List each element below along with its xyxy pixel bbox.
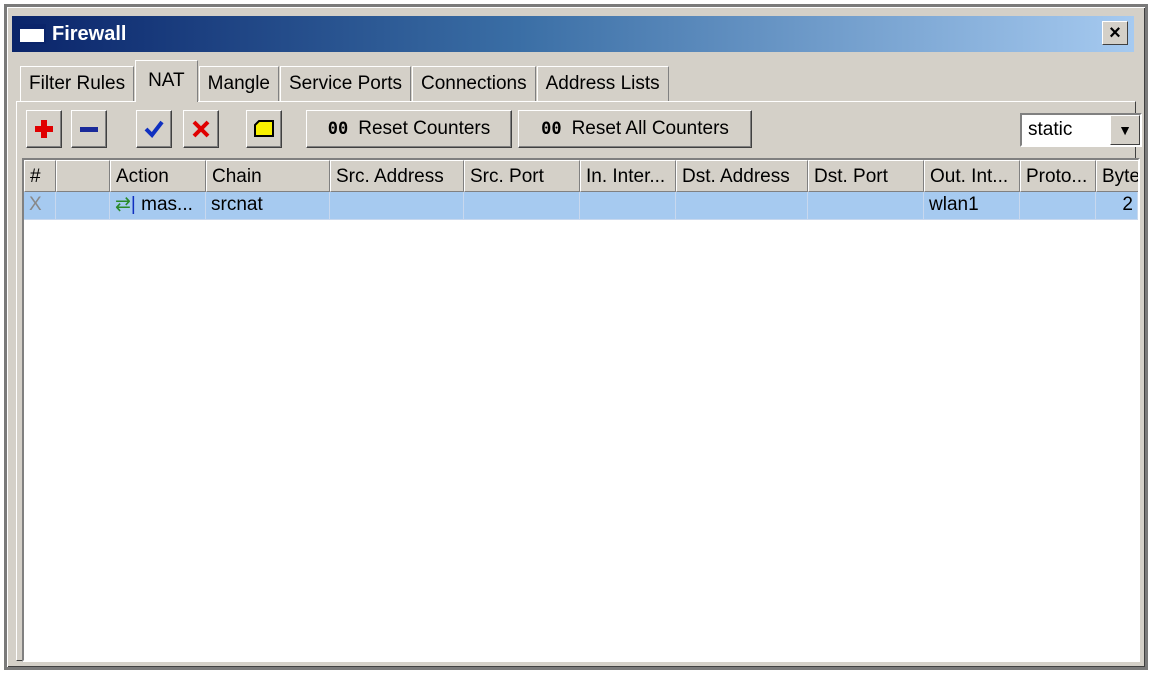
table-row[interactable]: X ⇄| mas... srcnat wlan1 2	[24, 192, 1138, 220]
row-out-interface: wlan1	[924, 192, 1020, 220]
tab-bar: Filter Rules NAT Mangle Service Ports Co…	[20, 60, 670, 102]
tab-filter-rules[interactable]: Filter Rules	[20, 66, 135, 102]
column-header-protocol[interactable]: Proto...	[1020, 160, 1096, 192]
masquerade-icon: ⇄	[115, 194, 131, 215]
row-number: X	[24, 192, 56, 220]
tab-address-lists[interactable]: Address Lists	[536, 66, 669, 102]
title-bar[interactable]: Firewall ×	[12, 16, 1134, 52]
row-bytes: 2	[1096, 192, 1138, 220]
reset-all-counters-label: Reset All Counters	[571, 118, 729, 139]
row-in-interface	[580, 192, 676, 220]
column-header-dst-port[interactable]: Dst. Port	[808, 160, 924, 192]
column-header-bytes[interactable]: Byte	[1096, 160, 1138, 192]
column-header-in-interface[interactable]: In. Inter...	[580, 160, 676, 192]
plus-icon	[35, 120, 53, 138]
column-header-dst-address[interactable]: Dst. Address	[676, 160, 808, 192]
row-action: mas...	[141, 194, 193, 215]
note-icon	[254, 120, 274, 137]
disable-button[interactable]	[183, 110, 219, 148]
column-header-chain[interactable]: Chain	[206, 160, 330, 192]
tab-nat[interactable]: NAT	[135, 60, 198, 102]
tab-service-ports[interactable]: Service Ports	[280, 66, 411, 102]
column-header-src-address[interactable]: Src. Address	[330, 160, 464, 192]
table-header: # Action Chain Src. Address Src. Port In…	[24, 160, 1138, 192]
masquerade-icon-bar: |	[130, 194, 136, 215]
checkmark-icon	[144, 120, 164, 139]
column-header-out-interface[interactable]: Out. Int...	[924, 160, 1020, 192]
row-src-port	[464, 192, 580, 220]
column-header-flags[interactable]	[56, 160, 110, 192]
x-mark-icon	[192, 120, 210, 138]
enable-button[interactable]	[136, 110, 172, 148]
window-title: Firewall	[52, 22, 127, 45]
row-action-cell: ⇄| mas...	[110, 192, 206, 220]
nat-rules-table: # Action Chain Src. Address Src. Port In…	[22, 158, 1140, 662]
dropdown-arrow-icon[interactable]: ▼	[1110, 115, 1140, 145]
reset-counters-button[interactable]: 00 Reset Counters	[306, 110, 512, 148]
counter-icon: 00	[327, 119, 349, 139]
filter-select-value: static	[1028, 119, 1073, 140]
row-dst-port	[808, 192, 924, 220]
reset-all-counters-button[interactable]: 00 Reset All Counters	[518, 110, 752, 148]
row-dst-address	[676, 192, 808, 220]
row-chain: srcnat	[206, 192, 330, 220]
window-icon	[18, 24, 46, 44]
filter-select[interactable]: static ▼	[1020, 113, 1142, 147]
minus-icon	[80, 127, 98, 132]
remove-button[interactable]	[71, 110, 107, 148]
close-button[interactable]: ×	[1102, 21, 1128, 45]
column-header-src-port[interactable]: Src. Port	[464, 160, 580, 192]
add-button[interactable]	[26, 110, 62, 148]
row-src-address	[330, 192, 464, 220]
tab-mangle[interactable]: Mangle	[198, 66, 279, 102]
row-protocol	[1020, 192, 1096, 220]
counter-icon: 00	[541, 119, 562, 139]
comment-button[interactable]	[246, 110, 282, 148]
reset-counters-label: Reset Counters	[358, 118, 491, 139]
column-header-action[interactable]: Action	[110, 160, 206, 192]
column-header-number[interactable]: #	[24, 160, 56, 192]
tab-connections[interactable]: Connections	[411, 66, 536, 102]
row-flags	[56, 192, 110, 220]
